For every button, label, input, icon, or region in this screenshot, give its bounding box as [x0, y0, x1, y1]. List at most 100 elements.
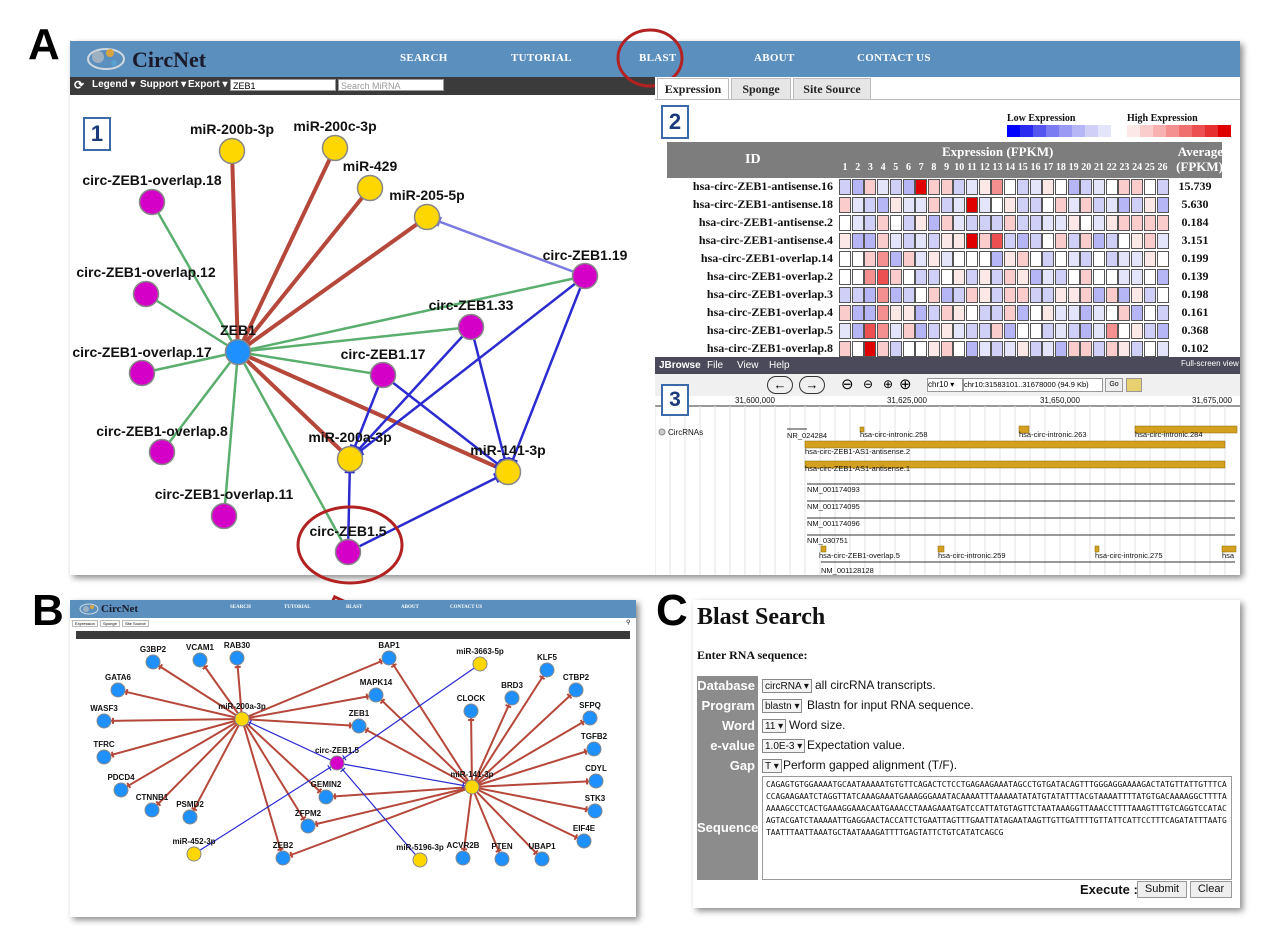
heatmap-cell[interactable]	[1093, 215, 1105, 231]
heatmap-cell[interactable]	[991, 269, 1004, 285]
heatmap-cell[interactable]	[1143, 179, 1156, 195]
zoom-in-icon[interactable]: ⊕	[883, 377, 893, 391]
heatmap-cell[interactable]	[889, 251, 902, 267]
heatmap-cell[interactable]	[1118, 323, 1131, 339]
heatmap-cell[interactable]	[851, 287, 864, 303]
word-size-select[interactable]: 11 ▾	[762, 719, 787, 733]
heatmap-cell[interactable]	[1016, 287, 1029, 303]
heatmap-cell[interactable]	[915, 305, 928, 321]
panel-b-tab-site-source[interactable]: Site Source	[122, 620, 149, 627]
heatmap-cell[interactable]	[915, 179, 928, 195]
heatmap-cell[interactable]	[902, 305, 915, 321]
heatmap-cell[interactable]	[1042, 305, 1055, 321]
heatmap-cell[interactable]	[1105, 179, 1118, 195]
heatmap-cell[interactable]	[1054, 179, 1067, 195]
heatmap-cell[interactable]	[1118, 197, 1131, 213]
heatmap-cell[interactable]	[889, 323, 902, 339]
heatmap-cell[interactable]	[902, 233, 915, 249]
fullscreen-link[interactable]: Full-screen view	[1181, 359, 1239, 368]
heatmap-cell[interactable]	[1067, 233, 1080, 249]
heatmap-cell[interactable]	[927, 179, 940, 195]
database-select[interactable]: circRNA ▾	[762, 679, 812, 693]
heatmap-cell[interactable]	[902, 179, 915, 195]
heatmap-cell[interactable]	[1131, 323, 1144, 339]
heatmap-cell[interactable]	[877, 215, 890, 231]
heatmap-cell[interactable]	[927, 341, 940, 357]
heatmap-cell[interactable]	[991, 197, 1004, 213]
heatmap-cell[interactable]	[839, 251, 851, 267]
export-menu[interactable]: Export ▾	[188, 79, 227, 90]
heatmap-cell[interactable]	[902, 197, 915, 213]
heatmap-cell[interactable]	[927, 233, 940, 249]
heatmap-cell[interactable]	[1029, 269, 1042, 285]
legend-menu[interactable]: Legend ▾	[92, 79, 135, 90]
heatmap-cell[interactable]	[851, 305, 864, 321]
heatmap-cell[interactable]	[839, 323, 851, 339]
gene-search-input[interactable]: ZEB1	[230, 79, 336, 91]
heatmap-cell[interactable]	[1131, 215, 1144, 231]
heatmap-cell[interactable]	[877, 323, 890, 339]
panel-b-tab-sponge[interactable]: Sponge	[100, 620, 120, 627]
expression-row-id[interactable]: hsa-circ-ZEB1-overlap.4	[663, 305, 833, 320]
heatmap-cell[interactable]	[978, 233, 991, 249]
heatmap-cell[interactable]	[927, 323, 940, 339]
heatmap-cell[interactable]	[877, 287, 890, 303]
heatmap-cell[interactable]	[1118, 305, 1131, 321]
heatmap-cell[interactable]	[902, 287, 915, 303]
heatmap-cell[interactable]	[1131, 251, 1144, 267]
heatmap-cell[interactable]	[877, 197, 890, 213]
expression-row-id[interactable]: hsa-circ-ZEB1-antisense.2	[663, 215, 833, 230]
panel-b-tab-expression[interactable]: Expression	[72, 620, 98, 627]
heatmap-cell[interactable]	[877, 341, 890, 357]
heatmap-cell[interactable]	[1029, 341, 1042, 357]
heatmap-cell[interactable]	[851, 197, 864, 213]
heatmap-cell[interactable]	[877, 305, 890, 321]
heatmap-cell[interactable]	[1093, 341, 1105, 357]
heatmap-cell[interactable]	[864, 179, 877, 195]
heatmap-cell[interactable]	[1029, 323, 1042, 339]
heatmap-cell[interactable]	[1067, 269, 1080, 285]
heatmap-cell[interactable]	[1156, 233, 1169, 249]
heatmap-cell[interactable]	[1156, 323, 1169, 339]
expression-row-id[interactable]: hsa-circ-ZEB1-antisense.18	[663, 197, 833, 212]
heatmap-cell[interactable]	[1054, 233, 1067, 249]
heatmap-cell[interactable]	[1131, 341, 1144, 357]
heatmap-cell[interactable]	[1156, 269, 1169, 285]
expression-row-id[interactable]: hsa-circ-ZEB1-antisense.4	[663, 233, 833, 248]
heatmap-cell[interactable]	[864, 215, 877, 231]
heatmap-cell[interactable]	[1080, 197, 1093, 213]
heatmap-cell[interactable]	[1118, 269, 1131, 285]
heatmap-cell[interactable]	[991, 179, 1004, 195]
heatmap-cell[interactable]	[1131, 233, 1144, 249]
heatmap-cell[interactable]	[978, 287, 991, 303]
heatmap-cell[interactable]	[1080, 287, 1093, 303]
heatmap-cell[interactable]	[1105, 323, 1118, 339]
heatmap-cell[interactable]	[1004, 269, 1017, 285]
chromosome-select[interactable]: chr10 ▾	[927, 378, 963, 392]
heatmap-cell[interactable]	[1118, 179, 1131, 195]
jbrowse-track-area[interactable]: 31,600,000 31,625,000 31,650,000 31,675,000…	[655, 396, 1240, 575]
heatmap-cell[interactable]	[1042, 323, 1055, 339]
heatmap-cell[interactable]	[1004, 233, 1017, 249]
heatmap-cell[interactable]	[927, 269, 940, 285]
heatmap-cell[interactable]	[953, 197, 966, 213]
heatmap-cell[interactable]	[940, 197, 953, 213]
heatmap-cell[interactable]	[991, 215, 1004, 231]
heatmap-cell[interactable]	[1105, 269, 1118, 285]
heatmap-cell[interactable]	[1042, 287, 1055, 303]
heatmap-cell[interactable]	[1054, 305, 1067, 321]
heatmap-cell[interactable]	[953, 269, 966, 285]
heatmap-cell[interactable]	[1042, 215, 1055, 231]
heatmap-cell[interactable]	[966, 197, 978, 213]
heatmap-cell[interactable]	[1093, 269, 1105, 285]
heatmap-cell[interactable]	[1004, 251, 1017, 267]
heatmap-cell[interactable]	[915, 197, 928, 213]
heatmap-cell[interactable]	[851, 215, 864, 231]
heatmap-cell[interactable]	[1029, 233, 1042, 249]
heatmap-cell[interactable]	[915, 323, 928, 339]
heatmap-cell[interactable]	[1156, 341, 1169, 357]
heatmap-cell[interactable]	[1067, 179, 1080, 195]
heatmap-cell[interactable]	[1067, 305, 1080, 321]
heatmap-cell[interactable]	[940, 287, 953, 303]
heatmap-cell[interactable]	[1143, 215, 1156, 231]
